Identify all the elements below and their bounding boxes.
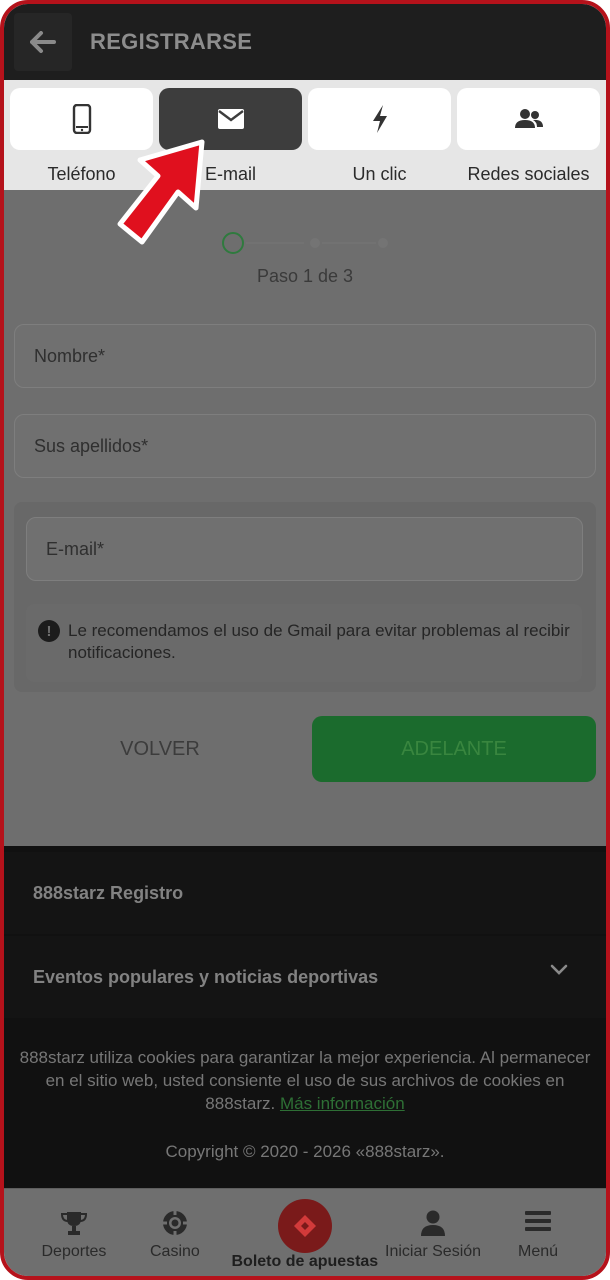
- app-header: REGISTRARSE: [4, 4, 606, 80]
- page-title: REGISTRARSE: [90, 29, 253, 54]
- step-1-dot: [222, 232, 244, 254]
- lightning-icon: [372, 105, 387, 133]
- ticket-icon: [294, 1215, 316, 1237]
- registration-form: Paso 1 de 3 Nombre* Sus apellidos* E-mai…: [4, 190, 606, 846]
- footer: 888starz Registro Eventos populares y no…: [4, 846, 606, 1188]
- chevron-down-icon: [550, 964, 568, 975]
- step-text: Paso 1 de 3: [256, 266, 354, 286]
- tab-redes-sociales-label: Redes sociales: [467, 164, 590, 184]
- back-step-button[interactable]: VOLVER: [18, 716, 302, 782]
- hamburger-icon: [525, 1211, 551, 1231]
- nav-casino-label: Casino: [150, 1243, 200, 1260]
- phone-frame: REGISTRARSE Teléfono E-mail Un clic Rede…: [0, 0, 610, 1280]
- tab-un-clic-box[interactable]: [308, 88, 451, 150]
- step-2-dot: [310, 238, 320, 248]
- arrow-left-icon: [30, 31, 56, 53]
- gmail-notice: ! Le recomendamos el uso de Gmail para e…: [26, 604, 582, 682]
- exclamation-icon: !: [38, 620, 60, 642]
- red-arrow-annotation: [117, 139, 205, 245]
- step-connector: [322, 242, 376, 244]
- tab-redes-sociales-box[interactable]: [457, 88, 600, 150]
- more-info-link[interactable]: Más información: [280, 1094, 405, 1113]
- footer-eventos-label: Eventos populares y noticias deportivas: [33, 966, 379, 987]
- trophy-icon: [60, 1212, 88, 1235]
- notice-text: Le recomendamos el uso de Gmail para evi…: [68, 621, 570, 662]
- step-connector: [246, 242, 304, 244]
- nav-boleto[interactable]: Boleto de apuestas: [230, 1189, 380, 1276]
- tab-telefono-label: Teléfono: [47, 164, 116, 184]
- email-input[interactable]: E-mail*: [26, 517, 583, 581]
- email-placeholder: E-mail*: [46, 538, 105, 559]
- registration-tabs: Teléfono E-mail Un clic Redes sociales: [4, 80, 606, 190]
- nav-iniciar-label: Iniciar Sesión: [385, 1243, 482, 1260]
- cookie-notice: 888starz utiliza cookies para garantizar…: [18, 1046, 592, 1115]
- surname-input[interactable]: Sus apellidos*: [14, 414, 596, 478]
- user-icon: [421, 1210, 445, 1236]
- tab-redes-sociales[interactable]: Redes sociales: [457, 88, 600, 190]
- name-input[interactable]: Nombre*: [14, 324, 596, 388]
- bet-slip-button[interactable]: [278, 1199, 332, 1253]
- nav-casino[interactable]: Casino: [140, 1189, 210, 1276]
- next-step-button[interactable]: ADELANTE: [312, 716, 596, 782]
- step-indicator: [4, 232, 606, 254]
- copyright: Copyright © 2020 - 2026 «888starz».: [165, 1142, 445, 1161]
- tab-un-clic[interactable]: Un clic: [308, 88, 451, 190]
- surname-placeholder: Sus apellidos*: [34, 435, 149, 456]
- step-3-dot: [378, 238, 388, 248]
- footer-eventos-accordion[interactable]: Eventos populares y noticias deportivas: [4, 936, 606, 1018]
- poker-chip-icon: [163, 1211, 187, 1235]
- phone-icon: [72, 104, 91, 134]
- bottom-navigation: Deportes Casino Boleto de apuestas Inici…: [4, 1188, 606, 1276]
- envelope-icon: [217, 109, 244, 129]
- nav-menu-label: Menú: [518, 1243, 559, 1260]
- back-button[interactable]: [14, 13, 72, 71]
- nav-deportes-label: Deportes: [41, 1243, 107, 1260]
- footer-registro-link[interactable]: 888starz Registro: [4, 852, 606, 934]
- name-placeholder: Nombre*: [34, 345, 106, 366]
- footer-registro-label: 888starz Registro: [33, 882, 184, 903]
- tab-un-clic-label: Un clic: [352, 164, 407, 184]
- nav-menu[interactable]: Menú: [510, 1189, 566, 1276]
- users-icon: [514, 109, 543, 128]
- nav-boleto-label: Boleto de apuestas: [231, 1253, 379, 1270]
- nav-iniciar-sesion[interactable]: Iniciar Sesión: [385, 1189, 482, 1276]
- nav-deportes[interactable]: Deportes: [34, 1189, 114, 1276]
